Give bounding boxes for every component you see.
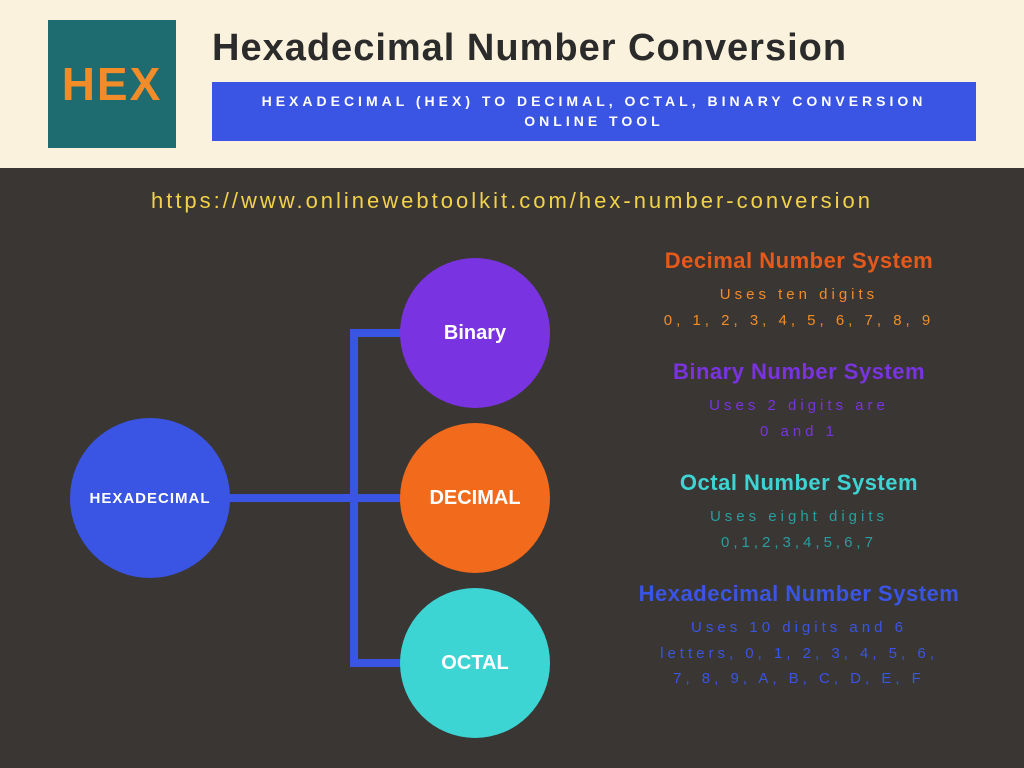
decimal-info: Decimal Number System Uses ten digits 0,… bbox=[614, 248, 984, 333]
systems-info: Decimal Number System Uses ten digits 0,… bbox=[614, 248, 984, 718]
hex-info: Hexadecimal Number System Uses 10 digits… bbox=[614, 581, 984, 692]
system-desc: Uses 10 digits and 6 letters, 0, 1, 2, 3… bbox=[614, 615, 984, 692]
node-label: OCTAL bbox=[441, 652, 508, 675]
node-label: Binary bbox=[444, 322, 506, 345]
connector-line bbox=[350, 329, 358, 667]
system-desc: Uses eight digits 0,1,2,3,4,5,6,7 bbox=[614, 504, 984, 555]
conversion-diagram: HEXADECIMAL Binary DECIMAL OCTAL bbox=[70, 258, 570, 738]
decimal-node: DECIMAL bbox=[400, 423, 550, 573]
tool-url: https://www.onlinewebtoolkit.com/hex-num… bbox=[40, 188, 984, 214]
subtitle-bar: HEXADECIMAL (HEX) TO DECIMAL, OCTAL, BIN… bbox=[212, 82, 976, 141]
title-block: Hexadecimal Number Conversion HEXADECIMA… bbox=[212, 27, 976, 141]
binary-node: Binary bbox=[400, 258, 550, 408]
logo-text: HEX bbox=[62, 57, 163, 111]
system-desc: Uses ten digits 0, 1, 2, 3, 4, 5, 6, 7, … bbox=[614, 282, 984, 333]
system-title: Decimal Number System bbox=[614, 248, 984, 274]
content-area: https://www.onlinewebtoolkit.com/hex-num… bbox=[0, 168, 1024, 768]
connector-line bbox=[350, 329, 406, 337]
binary-info: Binary Number System Uses 2 digits are 0… bbox=[614, 359, 984, 444]
system-desc: Uses 2 digits are 0 and 1 bbox=[614, 393, 984, 444]
hex-logo: HEX bbox=[48, 20, 176, 148]
system-title: Binary Number System bbox=[614, 359, 984, 385]
node-label: DECIMAL bbox=[429, 487, 520, 510]
connector-line bbox=[350, 659, 406, 667]
node-label: HEXADECIMAL bbox=[89, 490, 210, 507]
header: HEX Hexadecimal Number Conversion HEXADE… bbox=[0, 0, 1024, 168]
system-title: Hexadecimal Number System bbox=[614, 581, 984, 607]
system-title: Octal Number System bbox=[614, 470, 984, 496]
hexadecimal-node: HEXADECIMAL bbox=[70, 418, 230, 578]
octal-info: Octal Number System Uses eight digits 0,… bbox=[614, 470, 984, 555]
octal-node: OCTAL bbox=[400, 588, 550, 738]
page-title: Hexadecimal Number Conversion bbox=[212, 27, 976, 70]
connector-line bbox=[228, 494, 404, 502]
